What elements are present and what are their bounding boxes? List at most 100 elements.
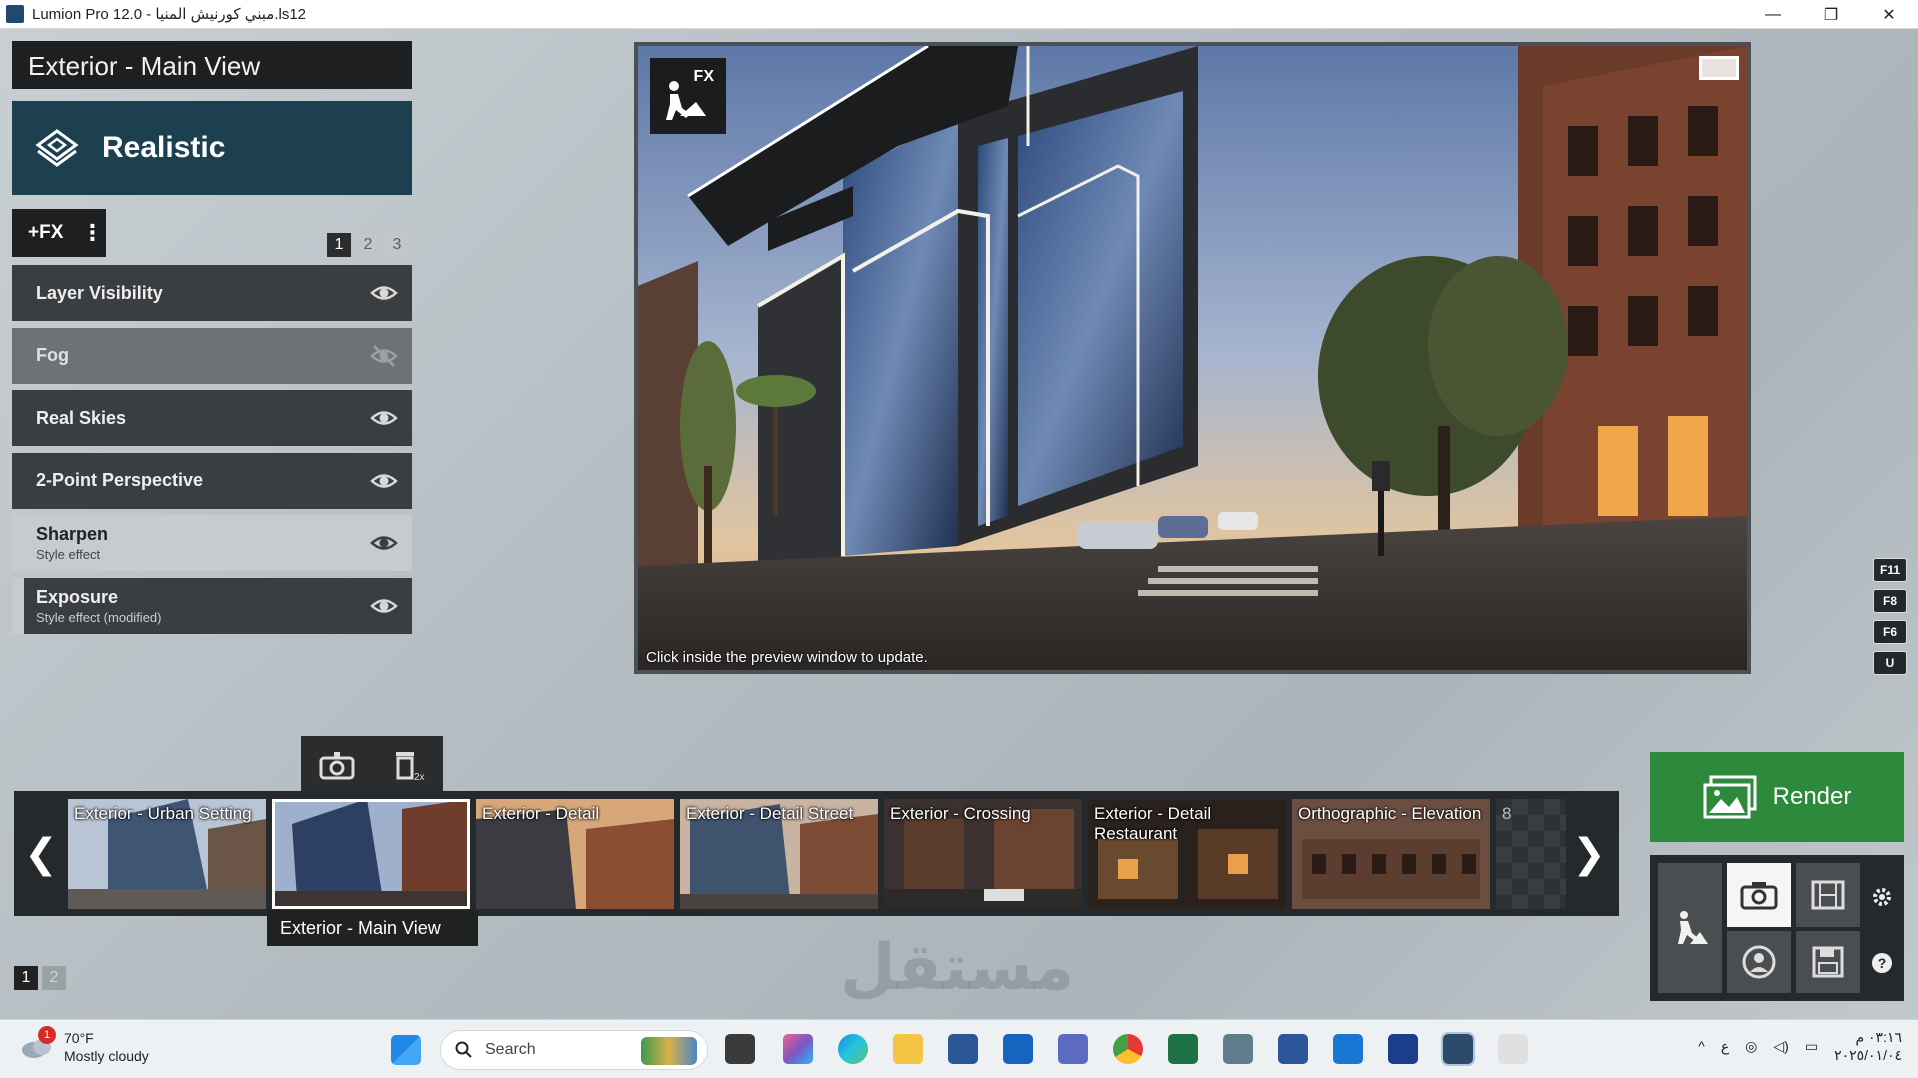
chrome-icon[interactable]	[1113, 1034, 1143, 1064]
excel-icon[interactable]	[1168, 1034, 1198, 1064]
thumb-exterior-detail[interactable]: Exterior - Detail	[476, 799, 674, 909]
preview-window[interactable]: FX Click inside the preview window to up…	[634, 42, 1751, 674]
effect-subtitle: Style effect	[36, 547, 101, 562]
add-fx-button[interactable]: +FX ⋮	[12, 209, 106, 257]
fullscreen-preview-icon[interactable]	[1699, 56, 1739, 80]
panorama-mode-button[interactable]	[1727, 931, 1791, 993]
microsoft-store-icon[interactable]	[948, 1034, 978, 1064]
effect-page-1[interactable]: 1	[327, 233, 351, 257]
file-explorer-icon[interactable]	[893, 1034, 923, 1064]
thumb-exterior-crossing[interactable]: Exterior - Crossing	[884, 799, 1082, 909]
style-label: Realistic	[102, 131, 226, 164]
fx-view-badge[interactable]: FX	[650, 58, 726, 134]
filmstrip-page-2[interactable]: 2	[42, 966, 66, 990]
eye-icon[interactable]	[370, 594, 398, 618]
eye-icon[interactable]	[370, 281, 398, 305]
lumion-app-icon	[6, 5, 24, 23]
eye-icon[interactable]	[370, 406, 398, 430]
svg-text:?: ?	[1878, 955, 1887, 971]
save-file-button[interactable]	[1796, 931, 1860, 993]
search-highlight-image	[641, 1037, 697, 1065]
delete-photo-icon[interactable]: 2x	[390, 748, 426, 782]
task-view-icon[interactable]	[725, 1034, 755, 1064]
thumb-exterior-urban-setting[interactable]: Exterior - Urban Setting	[68, 799, 266, 909]
photo-mode-button[interactable]	[1727, 863, 1791, 927]
svg-text:2x: 2x	[414, 772, 425, 782]
sketch-app-icon[interactable]	[1333, 1034, 1363, 1064]
render-preview-image[interactable]	[638, 46, 1747, 670]
clock-date: ٢٠٢٥/٠١/٠٤	[1834, 1047, 1902, 1063]
revit-icon[interactable]	[1388, 1034, 1418, 1064]
render-image-icon	[1703, 775, 1757, 819]
filmstrip-prev-button[interactable]: ❮	[24, 829, 58, 879]
restore-button[interactable]: ❐	[1802, 0, 1860, 29]
thumb-caption: Exterior - Detail Restaurant	[1094, 804, 1212, 843]
chevron-up-icon[interactable]: ^	[1698, 1038, 1705, 1054]
close-button[interactable]: ✕	[1860, 0, 1918, 29]
hotkey-u[interactable]: U	[1873, 651, 1907, 675]
edge-browser-icon[interactable]	[838, 1034, 868, 1064]
fx-menu-icon[interactable]: ⋮	[81, 222, 103, 244]
camera-tools: 2x	[301, 736, 443, 794]
title-bar: Lumion Pro 12.0 - مبني كورنيش المنيا.ls1…	[0, 0, 1918, 29]
copilot-icon[interactable]	[783, 1034, 813, 1064]
settings-button[interactable]	[1866, 881, 1898, 913]
view-title: Exterior - Main View	[12, 41, 412, 89]
clock[interactable]: ٠٣:١٦ م ٢٠٢٥/٠١/٠٤	[1834, 1028, 1902, 1064]
windows-start-icon[interactable]	[391, 1035, 421, 1065]
filmstrip-page-1[interactable]: 1	[14, 966, 38, 990]
minimize-button[interactable]: —	[1744, 0, 1802, 29]
eye-icon[interactable]	[370, 531, 398, 555]
filmstrip-next-button[interactable]: ❯	[1572, 829, 1606, 879]
effect-real-skies[interactable]: Real Skies	[12, 390, 412, 446]
effect-exposure[interactable]: Exposure Style effect (modified)	[12, 577, 412, 634]
thumb-caption: Exterior - Urban Setting	[74, 804, 252, 823]
network-icon[interactable]: ◎	[1745, 1038, 1757, 1055]
hotkey-f11[interactable]: F11	[1873, 558, 1907, 582]
search-label: Search	[485, 1041, 536, 1058]
effect-name: Real Skies	[36, 407, 127, 428]
lumion-taskbar-icon[interactable]	[1441, 1032, 1475, 1066]
mode-selector: ?	[1650, 855, 1904, 1001]
thumb-caption: Exterior - Detail	[482, 804, 600, 823]
active-camera-label: Exterior - Main View	[267, 910, 478, 946]
thumb-caption: Exterior - Detail Street	[686, 804, 854, 823]
thumb-exterior-main-view[interactable]	[272, 799, 470, 909]
taskbar-search[interactable]: Search	[440, 1030, 708, 1070]
thumb-orthographic-elevation[interactable]: Orthographic - Elevation	[1292, 799, 1490, 909]
style-button[interactable]: Realistic	[12, 101, 412, 195]
effect-fog[interactable]: Fog	[12, 327, 412, 384]
movie-mode-button[interactable]	[1796, 863, 1860, 927]
battery-icon[interactable]: ▭	[1805, 1038, 1818, 1055]
eye-icon[interactable]	[370, 469, 398, 493]
weather-widget[interactable]: 1 70°F Mostly cloudy	[20, 1026, 149, 1065]
add-fx-label: +FX	[28, 222, 64, 243]
outlook-icon[interactable]	[1003, 1034, 1033, 1064]
thumb-exterior-detail-street[interactable]: Exterior - Detail Street	[680, 799, 878, 909]
effect-page-2[interactable]: 2	[356, 233, 380, 257]
help-icon: ?	[1872, 953, 1892, 973]
thumbnail-image	[272, 799, 470, 909]
effect-sharpen[interactable]: Sharpen Style effect	[12, 515, 412, 571]
build-mode-button[interactable]	[1658, 863, 1722, 993]
effect-layer-visibility[interactable]: Layer Visibility	[12, 265, 412, 321]
eye-off-icon[interactable]	[370, 344, 398, 368]
calculator-icon[interactable]	[1223, 1034, 1253, 1064]
thumb-exterior-detail-restaurant[interactable]: Exterior - Detail Restaurant	[1088, 799, 1286, 909]
save-camera-icon[interactable]	[319, 750, 355, 780]
camera-filmstrip: ❮ Exterior - Urban Setting Exterior - De…	[14, 791, 1619, 916]
word-icon[interactable]	[1278, 1034, 1308, 1064]
hotkey-f6[interactable]: F6	[1873, 620, 1907, 644]
hotkey-f8[interactable]: F8	[1873, 589, 1907, 613]
floppy-disk-icon	[1812, 946, 1844, 978]
snipping-tool-icon[interactable]	[1498, 1034, 1528, 1064]
effect-page-3[interactable]: 3	[385, 233, 409, 257]
input-language[interactable]: ع	[1721, 1038, 1729, 1055]
help-button[interactable]: ?	[1866, 947, 1898, 979]
volume-icon[interactable]: ◁)	[1773, 1038, 1788, 1055]
thumb-empty-slot[interactable]: 8	[1496, 799, 1566, 909]
gear-icon	[1873, 888, 1891, 906]
render-button[interactable]: Render	[1650, 752, 1904, 842]
teams-icon[interactable]	[1058, 1034, 1088, 1064]
effect-2-point-perspective[interactable]: 2-Point Perspective	[12, 452, 412, 509]
